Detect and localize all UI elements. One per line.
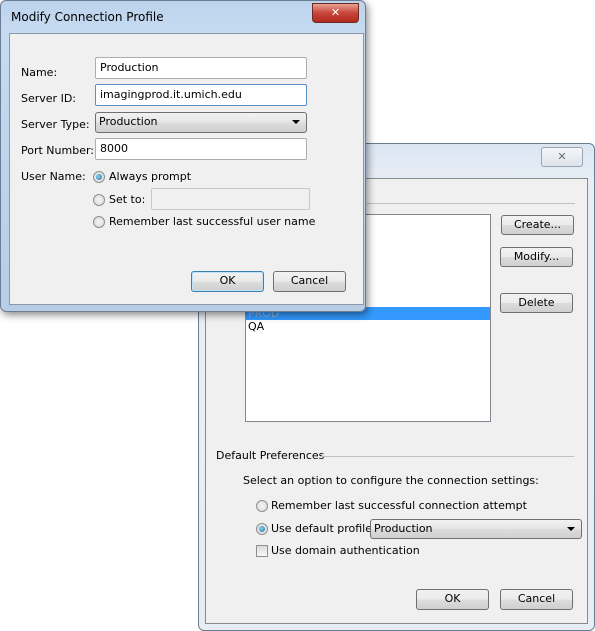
modify-button[interactable]: Modify...	[500, 247, 573, 267]
cancel-button[interactable]: Cancel	[273, 271, 346, 292]
name-label: Name:	[21, 66, 58, 79]
name-input[interactable]: Production	[95, 57, 307, 79]
domain-auth-label: Use domain authentication	[271, 544, 420, 557]
server-type-label: Server Type:	[21, 118, 90, 131]
remember-user-radio[interactable]	[93, 216, 105, 228]
default-preferences-label: Default Preferences	[216, 449, 325, 462]
set-to-label: Set to:	[109, 193, 146, 206]
set-to-input[interactable]	[151, 188, 310, 210]
instruction-text: Select an option to configure the connec…	[243, 474, 539, 487]
set-to-radio[interactable]	[93, 194, 105, 206]
separator	[321, 456, 574, 457]
modify-connection-profile-dialog: Modify Connection Profile ✕ Name: Produc…	[0, 0, 366, 312]
dropdown-value: Production	[99, 115, 158, 128]
close-button[interactable]: ✕	[312, 3, 359, 23]
separator	[367, 203, 575, 204]
delete-button[interactable]: Delete	[500, 293, 573, 313]
server-id-input[interactable]: imagingprod.it.umich.edu	[95, 84, 307, 106]
ok-button[interactable]: OK	[416, 589, 489, 610]
list-item-qa[interactable]: QA	[246, 320, 490, 333]
create-button[interactable]: Create...	[501, 215, 574, 235]
domain-auth-checkbox[interactable]	[256, 545, 268, 557]
server-type-dropdown[interactable]: Production	[95, 112, 307, 133]
ok-button[interactable]: OK	[191, 271, 264, 292]
remember-connection-radio[interactable]	[256, 500, 268, 512]
dropdown-value: Production	[374, 522, 433, 535]
server-id-label: Server ID:	[21, 92, 76, 105]
remember-user-label: Remember last successful user name	[109, 215, 316, 228]
user-name-label: User Name:	[21, 170, 86, 183]
cancel-button[interactable]: Cancel	[500, 589, 573, 610]
default-profile-label: Use default profile:	[271, 522, 376, 535]
always-prompt-label: Always prompt	[109, 170, 192, 183]
default-profile-dropdown[interactable]: Production	[370, 519, 582, 539]
port-label: Port Number:	[21, 144, 95, 157]
dialog-title: Modify Connection Profile	[11, 10, 164, 24]
default-profile-radio[interactable]	[256, 523, 268, 535]
chevron-down-icon	[292, 120, 300, 124]
remember-connection-label: Remember last successful connection atte…	[271, 499, 527, 512]
chevron-down-icon	[567, 527, 575, 531]
port-input[interactable]: 8000	[95, 138, 307, 160]
close-button[interactable]: ✕	[541, 147, 583, 167]
always-prompt-radio[interactable]	[93, 171, 105, 183]
